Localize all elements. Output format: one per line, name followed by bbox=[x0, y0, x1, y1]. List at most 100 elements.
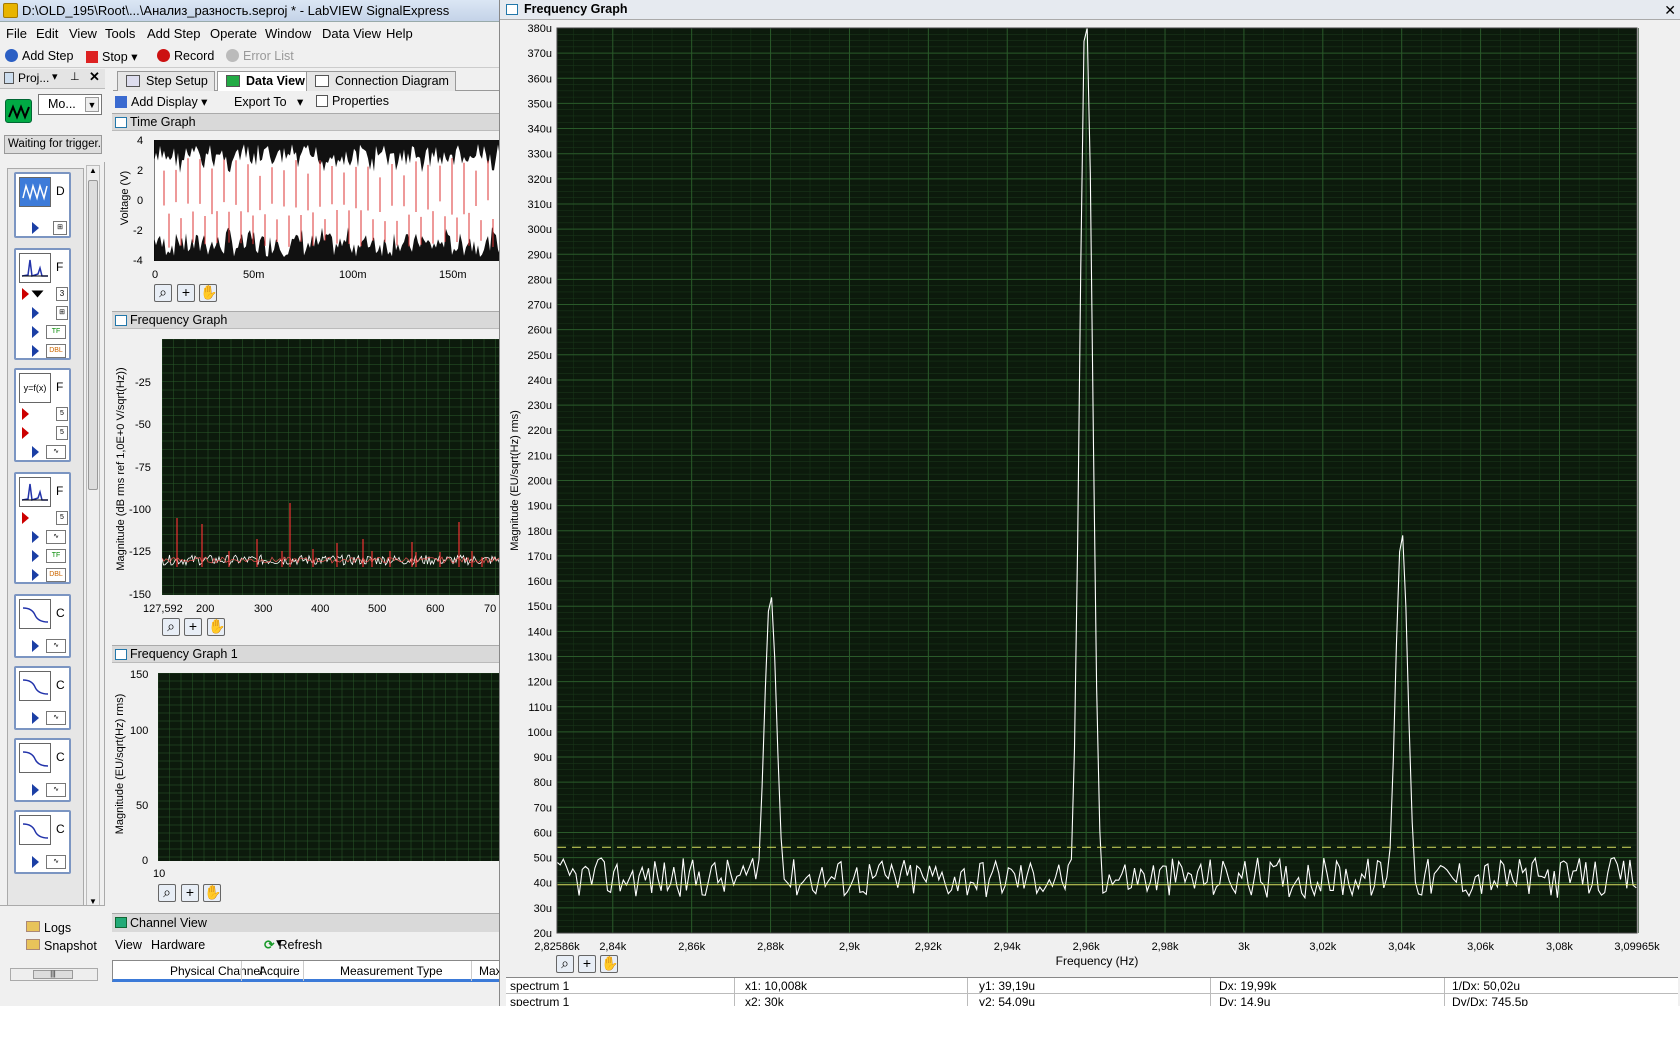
menu-view[interactable]: View bbox=[69, 26, 97, 41]
scrollbar-thumb[interactable] bbox=[88, 180, 98, 490]
step-output-row[interactable]: ∿ bbox=[20, 638, 68, 654]
step-input-row[interactable]: 3 bbox=[20, 286, 68, 302]
scrollbar-thumb[interactable]: ||| bbox=[33, 970, 73, 979]
menu-operate[interactable]: Operate bbox=[210, 26, 257, 41]
step-card[interactable]: F 3 ⊞ TF DBL bbox=[14, 248, 71, 360]
close-icon[interactable]: ✕ bbox=[1664, 2, 1676, 19]
add-display-button[interactable]: Add Display ▾ bbox=[115, 94, 207, 109]
step-output-row[interactable]: ∿ bbox=[20, 444, 68, 460]
snapshot-item[interactable]: Snapshot bbox=[26, 939, 97, 953]
zoom-icon[interactable]: ⌕ bbox=[158, 884, 176, 902]
step-output-row[interactable]: DBL bbox=[20, 567, 68, 583]
menu-add-step[interactable]: Add Step bbox=[147, 26, 201, 41]
waveform-icon: ∿ bbox=[46, 711, 66, 725]
chevron-down-icon[interactable]: ▾ bbox=[52, 70, 58, 83]
tab-step-setup[interactable]: Step Setup bbox=[117, 71, 215, 91]
cursor-icon[interactable]: + bbox=[177, 284, 195, 302]
zoom-icon[interactable]: ⌕ bbox=[556, 955, 574, 973]
time-graph-title: Time Graph bbox=[130, 115, 196, 129]
step-label: F bbox=[56, 260, 64, 274]
step-card[interactable]: y=f(x) F 5 5 ∿ bbox=[14, 368, 71, 462]
pan-hand-icon[interactable]: ✋ bbox=[207, 618, 225, 636]
mode-select[interactable]: Mo... ▼ bbox=[38, 94, 102, 115]
time-graph-plot[interactable] bbox=[153, 140, 499, 261]
step-output-row[interactable]: ⊞ bbox=[20, 305, 68, 321]
refresh-button[interactable]: ⟳ Refresh bbox=[264, 937, 322, 952]
add-step-label: Add Step bbox=[22, 49, 74, 63]
pan-hand-icon[interactable]: ✋ bbox=[203, 884, 221, 902]
pin-icon[interactable]: ⊥ bbox=[70, 70, 80, 83]
pan-hand-icon[interactable]: ✋ bbox=[199, 284, 217, 302]
step-card[interactable]: C ∿ bbox=[14, 666, 71, 730]
step-input-row[interactable]: 5 bbox=[20, 510, 68, 526]
frequency-graph-header: Frequency Graph bbox=[112, 311, 499, 329]
menu-edit[interactable]: Edit bbox=[36, 26, 58, 41]
project-header-label: Proj... bbox=[18, 71, 50, 85]
step-output-row[interactable]: TF bbox=[20, 548, 68, 564]
window-title: Frequency Graph bbox=[524, 2, 628, 16]
frequency-graph-1-plot[interactable] bbox=[157, 672, 499, 866]
step-input-row[interactable]: 5 bbox=[20, 406, 68, 422]
x-tick-label: 3,08k bbox=[1546, 941, 1573, 953]
properties-button[interactable]: Properties bbox=[316, 94, 389, 108]
main-frequency-graph[interactable]: 380u 370u 360u 350u 340u 330u 320u 310u 300u 290u… bbox=[500, 20, 1680, 975]
scroll-up-icon[interactable]: ▲ bbox=[87, 166, 99, 175]
step-output-row[interactable]: DBL bbox=[20, 343, 68, 359]
tab-data-view[interactable]: Data View bbox=[217, 71, 312, 91]
y-tick: 4 bbox=[137, 135, 144, 147]
menu-window[interactable]: Window bbox=[265, 26, 311, 41]
cursor-icon[interactable]: + bbox=[578, 955, 596, 973]
add-step-button[interactable]: Add Step bbox=[5, 49, 73, 63]
export-to-button[interactable]: Export To ▾ bbox=[234, 94, 303, 109]
column-header[interactable]: Max bbox=[479, 964, 499, 978]
step-card[interactable]: D ⊞ bbox=[14, 172, 71, 238]
cursor-name[interactable]: spectrum 1 bbox=[510, 995, 569, 1006]
stop-button[interactable]: Stop ▾ bbox=[86, 49, 137, 64]
step-output-row[interactable]: ∿ bbox=[20, 710, 68, 726]
step-card[interactable]: C ∿ bbox=[14, 738, 71, 802]
column-header[interactable]: Measurement Type bbox=[340, 964, 443, 978]
y-tick: 2 bbox=[137, 165, 144, 177]
cursor-y: y1: 39,19u bbox=[979, 979, 1036, 993]
frequency-graph-plot[interactable] bbox=[161, 338, 499, 595]
cursor-icon[interactable]: + bbox=[184, 618, 202, 636]
step-input-row[interactable]: 5 bbox=[20, 425, 68, 441]
logs-item[interactable]: Logs bbox=[26, 921, 71, 935]
chevron-down-icon[interactable]: ▼ bbox=[85, 97, 99, 112]
pan-hand-icon[interactable]: ✋ bbox=[600, 955, 618, 973]
time-graph-svg bbox=[153, 140, 499, 261]
menu-tools[interactable]: Tools bbox=[105, 26, 135, 41]
error-list-button[interactable]: Error List bbox=[226, 49, 294, 63]
cursor-icon[interactable]: + bbox=[181, 884, 199, 902]
tab-connection-diagram[interactable]: Connection Diagram bbox=[306, 71, 456, 91]
menu-data-view[interactable]: Data View bbox=[322, 26, 381, 41]
cursor-name[interactable]: spectrum 1 bbox=[510, 979, 569, 993]
zoom-icon[interactable]: ⌕ bbox=[162, 618, 180, 636]
zoom-icon[interactable]: ⌕ bbox=[154, 284, 172, 302]
horizontal-scrollbar[interactable]: ||| bbox=[10, 968, 98, 981]
step-output-row[interactable]: TF bbox=[20, 324, 68, 340]
close-icon[interactable]: ✕ bbox=[89, 69, 100, 85]
step-card[interactable]: C ∿ bbox=[14, 594, 71, 658]
step-output-row[interactable]: ∿ bbox=[20, 854, 68, 870]
tab-label: Connection Diagram bbox=[335, 74, 449, 88]
column-header[interactable]: Physical Channel bbox=[170, 964, 263, 978]
record-button[interactable]: Record bbox=[157, 49, 214, 63]
column-header[interactable]: Acquire bbox=[259, 964, 300, 978]
step-card[interactable]: C ∿ bbox=[14, 810, 71, 874]
y-tick: 150 bbox=[130, 669, 149, 681]
waveform-icon: ∿ bbox=[46, 530, 66, 544]
step-output-row[interactable]: ∿ bbox=[20, 529, 68, 545]
step-card[interactable]: F 5 ∿ TF DBL bbox=[14, 472, 71, 584]
menu-help[interactable]: Help bbox=[386, 26, 413, 41]
x-tick: 600 bbox=[426, 603, 445, 615]
menu-file[interactable]: File bbox=[6, 26, 27, 41]
steps-scrollbar[interactable]: ▲ ▼ bbox=[86, 165, 100, 907]
x-tick-label: 2,98k bbox=[1152, 941, 1179, 953]
boolean-icon: TF bbox=[46, 325, 66, 339]
add-display-label: Add Display bbox=[131, 95, 198, 109]
y-tick-label: 210u bbox=[528, 450, 552, 462]
step-output-row[interactable]: ∿ bbox=[20, 782, 68, 798]
cursor-dx: Dx: 19,99k bbox=[1219, 979, 1277, 993]
step-output-row[interactable]: ⊞ bbox=[20, 220, 68, 236]
